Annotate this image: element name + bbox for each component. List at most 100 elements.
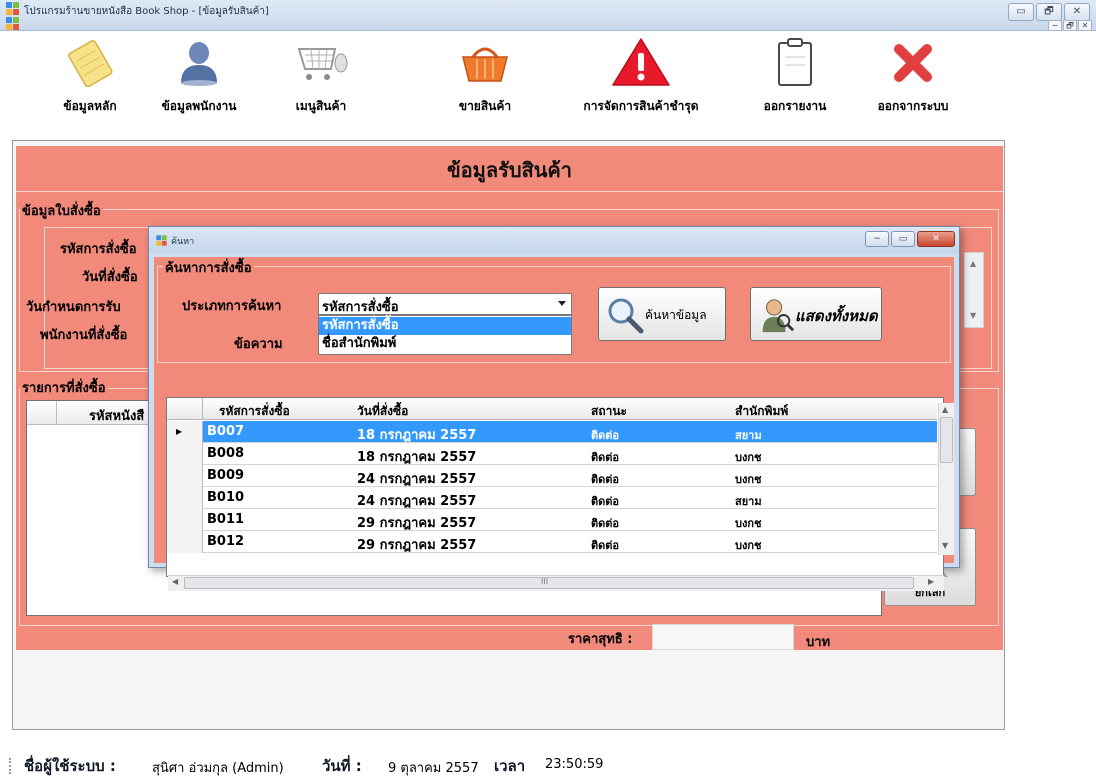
order-list-scrollbar[interactable]: ▲ ▼ — [964, 252, 984, 328]
mdi-close-button[interactable]: ✕ — [1078, 20, 1092, 31]
search-type-option-publisher[interactable]: ชื่อสำนักพิมพ์ — [319, 335, 571, 353]
app-icon[interactable] — [6, 2, 19, 15]
show-all-button-label: แสดงทั้งหมด — [795, 307, 878, 325]
grid-column-order-date[interactable]: วันที่สั่งซื้อ — [357, 402, 408, 421]
grid-vertical-scrollbar[interactable]: ▲ ▼ — [938, 403, 954, 555]
grid-row[interactable]: B008 18 กรกฎาคม 2557 ติดต่อ บงกช — [167, 443, 937, 465]
net-price-field[interactable] — [652, 624, 794, 650]
dialog-app-icon[interactable] — [156, 235, 167, 246]
grid-vscroll-thumb[interactable] — [940, 417, 953, 463]
dialog-close-button[interactable]: ✕ — [917, 231, 955, 247]
person-search-icon — [762, 299, 795, 333]
due-date-label: วันกำหนดการรับ — [26, 300, 121, 315]
status-grip — [9, 758, 11, 774]
restore-button[interactable]: 🗗 — [1036, 3, 1062, 21]
toolbar-sell-button[interactable]: ขายสินค้า — [440, 37, 530, 127]
grid-header-row: รหัสการสั่งซื้อ วันที่สั่งซื้อ สถานะ สำน… — [167, 398, 937, 420]
close-button[interactable]: ✕ — [1064, 3, 1090, 21]
search-order-group-title: ค้นหาการสั่งซื้อ — [163, 257, 254, 278]
toolbar-label-sell: ขายสินค้า — [458, 99, 512, 113]
publisher-cell: บงกช — [735, 539, 762, 552]
title-divider — [16, 191, 1003, 192]
user-value: สุนิศา อ่วมกุล (Admin) — [152, 761, 284, 776]
row-header[interactable]: ▸ — [167, 421, 203, 443]
order-date-cell: 18 กรกฎาคม 2557 — [357, 428, 477, 443]
publisher-cell: บงกช — [735, 473, 762, 486]
toolbar-logout-button[interactable]: ออกจากระบบ — [865, 37, 961, 127]
grid-row[interactable]: B011 29 กรกฎาคม 2557 ติดต่อ บงกช — [167, 509, 937, 531]
publisher-cell: บงกช — [735, 517, 762, 530]
currency-label: บาท — [806, 635, 831, 650]
date-value: 9 ตุลาคม 2557 — [388, 761, 479, 776]
grid-column-order-id[interactable]: รหัสการสั่งซื้อ — [219, 402, 290, 421]
net-price-label: ราคาสุทธิ : — [568, 632, 633, 647]
status-cell: ติดต่อ — [591, 539, 620, 552]
order-date-cell: 24 กรกฎาคม 2557 — [357, 472, 477, 487]
grid-row[interactable]: B012 29 กรกฎาคม 2557 ติดต่อ บงกช — [167, 531, 937, 553]
grid-row[interactable]: B010 24 กรกฎาคม 2557 ติดต่อ สยาม — [167, 487, 937, 509]
mdi-child-icon[interactable] — [6, 17, 19, 30]
mdi-restore-button[interactable]: 🗗 — [1063, 20, 1077, 31]
search-text-label: ข้อความ — [234, 337, 283, 352]
publisher-cell: บงกช — [735, 451, 762, 464]
row-header[interactable] — [167, 509, 203, 531]
toolbar-label-product-menu: เมนูสินค้า — [295, 99, 347, 113]
grid-column-publisher[interactable]: สำนักพิมพ์ — [735, 402, 788, 421]
show-all-button[interactable]: แสดงทั้งหมด — [750, 287, 882, 341]
order-date-cell: 18 กรกฎาคม 2557 — [357, 450, 477, 465]
search-type-option-order-id[interactable]: รหัสการสั่งซื้อ — [319, 317, 571, 335]
toolbar-report-button[interactable]: ออกรายงาน — [750, 37, 840, 127]
dialog-minimize-button[interactable]: − — [865, 231, 889, 247]
search-type-selected: รหัสการสั่งซื้อ — [322, 300, 399, 315]
toolbar-product-menu-button[interactable]: เมนูสินค้า — [276, 37, 366, 127]
grid-hscroll-thumb[interactable]: III — [184, 577, 914, 589]
window-title: โปรแกรมร้านขายหนังสือ Book Shop - [ข้อมู… — [24, 6, 269, 17]
basket-icon — [462, 47, 508, 82]
toolbar-main-data-button[interactable]: ข้อมูลหลัก — [40, 37, 140, 127]
order-id-label: รหัสการสั่งซื้อ — [60, 242, 137, 257]
dialog-maximize-button[interactable]: ▭ — [891, 231, 915, 247]
row-header[interactable] — [167, 487, 203, 509]
row-header[interactable] — [167, 443, 203, 465]
dialog-body: ค้นหาการสั่งซื้อ ประเภทการค้นหา รหัสการส… — [154, 257, 954, 591]
search-button-label: ค้นหาข้อมูล — [645, 308, 707, 322]
grid-row[interactable]: B009 24 กรกฎาคม 2557 ติดต่อ บงกช — [167, 465, 937, 487]
grid-column-status[interactable]: สถานะ — [591, 402, 627, 421]
search-type-label: ประเภทการค้นหา — [182, 299, 282, 314]
search-button[interactable]: ค้นหาข้อมูล — [598, 287, 726, 341]
ordered-items-group-title: รายการที่สั่งซื้อ — [20, 377, 108, 398]
user-label: ชื่อผู้ใช้ระบบ : — [24, 757, 116, 775]
order-date-cell: 24 กรกฎาคม 2557 — [357, 494, 477, 509]
order-id-cell: B007 — [207, 424, 245, 439]
dialog-title-bar[interactable]: ค้นหา − ▭ ✕ — [149, 227, 959, 253]
status-bar: ชื่อผู้ใช้ระบบ : สุนิศา อ่วมกุล (Admin) … — [0, 752, 1096, 778]
order-id-cell: B012 — [207, 534, 245, 549]
grid-row[interactable]: ▸ B007 18 กรกฎาคม 2557 ติดต่อ สยาม — [167, 421, 937, 443]
status-cell: ติดต่อ — [591, 495, 620, 508]
order-date-label: วันที่สั่งซื้อ — [82, 270, 138, 285]
items-grid-column-book-id[interactable]: รหัสหนังสื — [89, 405, 144, 426]
status-cell: ติดต่อ — [591, 517, 620, 530]
person-icon — [181, 42, 217, 86]
status-cell: ติดต่อ — [591, 473, 620, 486]
chevron-down-icon[interactable] — [558, 301, 566, 306]
mdi-minimize-button[interactable]: − — [1048, 20, 1062, 31]
order-date-cell: 29 กรกฎาคม 2557 — [357, 516, 477, 531]
publisher-cell: สยาม — [735, 495, 762, 508]
search-dialog: ค้นหา − ▭ ✕ ค้นหาการสั่งซื้อ ประเภทการค้… — [148, 226, 960, 591]
order-info-group-title: ข้อมูลใบสั่งซื้อ — [20, 200, 103, 221]
row-header[interactable] — [167, 531, 203, 553]
magnifier-icon — [608, 298, 644, 334]
clipboard-icon — [778, 38, 812, 86]
minimize-button[interactable]: ▭ — [1008, 3, 1034, 21]
grid-horizontal-scrollbar[interactable]: ◀ III ▶ — [168, 575, 944, 591]
toolbar-employee-button[interactable]: ข้อมูลพนักงาน — [143, 37, 255, 127]
search-type-combobox[interactable]: รหัสการสั่งซื้อ — [318, 293, 572, 315]
window-title-bar[interactable]: โปรแกรมร้านขายหนังสือ Book Shop - [ข้อมู… — [0, 0, 1096, 31]
search-results-grid[interactable]: รหัสการสั่งซื้อ วันที่สั่งซื้อ สถานะ สำน… — [166, 397, 944, 577]
current-row-icon: ▸ — [176, 424, 183, 438]
toolbar-defective-button[interactable]: การจัดการสินค้าชำรุด — [566, 37, 716, 127]
toolbar-label-employee: ข้อมูลพนักงาน — [161, 99, 237, 113]
order-date-cell: 29 กรกฎาคม 2557 — [357, 538, 477, 553]
row-header[interactable] — [167, 465, 203, 487]
